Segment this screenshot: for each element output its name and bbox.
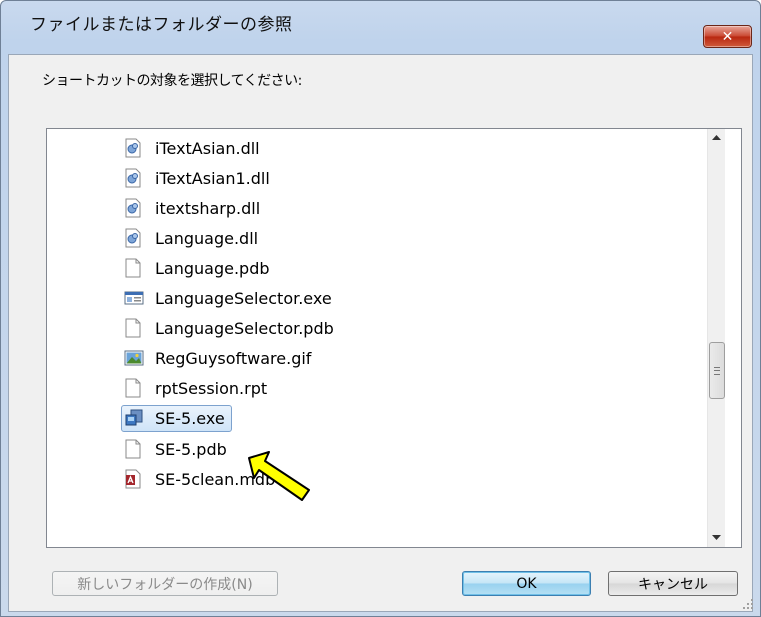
file-name: itextsharp.dll: [155, 198, 261, 218]
image-file-icon: [124, 348, 144, 368]
file-item[interactable]: RegGuysoftware.gif: [121, 343, 318, 373]
file-item[interactable]: Language.pdb: [121, 253, 277, 283]
file-item-content[interactable]: RegGuysoftware.gif: [121, 345, 318, 372]
file-item-content[interactable]: itextsharp.dll: [121, 195, 267, 222]
scroll-up-arrow[interactable]: [708, 129, 725, 146]
access-db-icon: [124, 469, 142, 489]
file-name: iTextAsian1.dll: [155, 168, 270, 188]
file-item[interactable]: LanguageSelector.exe: [121, 283, 339, 313]
resize-grip-icon[interactable]: [742, 598, 754, 610]
app-icon: [124, 408, 143, 428]
exe-window-icon: [124, 288, 144, 308]
dll-icon: [124, 198, 142, 218]
blank-file-icon: [124, 318, 142, 338]
arrow-down-icon: [712, 534, 721, 540]
new-folder-button[interactable]: 新しいフォルダーの作成(N): [52, 571, 278, 596]
blank-file-icon: [124, 258, 142, 278]
dll-icon: [124, 228, 142, 248]
ok-button[interactable]: OK: [462, 571, 591, 596]
file-name: SE-5.pdb: [155, 439, 227, 459]
file-item-content[interactable]: Language.pdb: [121, 255, 277, 282]
close-button[interactable]: ✕: [703, 25, 752, 48]
file-item-content[interactable]: SE-5.pdb: [121, 436, 234, 463]
scroll-down-arrow[interactable]: [708, 529, 725, 546]
file-item[interactable]: iTextAsian1.dll: [121, 163, 277, 193]
file-name: iTextAsian.dll: [155, 138, 260, 158]
file-item-content[interactable]: rptSession.rpt: [121, 375, 274, 402]
file-item[interactable]: Language.dll: [121, 223, 265, 253]
close-icon: ✕: [721, 28, 734, 45]
file-name: Language.dll: [155, 228, 259, 248]
title-bar[interactable]: ファイルまたはフォルダーの参照: [0, 0, 759, 40]
file-item-content[interactable]: LanguageSelector.exe: [121, 285, 339, 312]
window-title: ファイルまたはフォルダーの参照: [30, 15, 293, 35]
file-item-content[interactable]: SE-5.exe: [121, 404, 232, 432]
file-item-content[interactable]: LanguageSelector.pdb: [121, 315, 341, 342]
file-name: LanguageSelector.exe: [155, 288, 332, 308]
file-item-content[interactable]: iTextAsian1.dll: [121, 165, 277, 192]
scrollbar-thumb[interactable]: [709, 342, 725, 399]
file-item[interactable]: itextsharp.dll: [121, 193, 267, 223]
grip-icon: [714, 367, 720, 375]
blank-file-icon: [124, 439, 142, 459]
arrow-up-icon: [712, 134, 721, 140]
folder-tree[interactable]: iTextAsian.dll iTextAsian1.dll itextsharp.…: [46, 128, 742, 548]
file-name: SE-5.exe: [155, 408, 225, 428]
file-item[interactable]: rptSession.rpt: [121, 373, 274, 403]
file-name: Language.pdb: [155, 258, 270, 278]
file-item[interactable]: SE-5.exe: [121, 403, 232, 433]
file-item[interactable]: LanguageSelector.pdb: [121, 313, 341, 343]
instruction-text: ショートカットの対象を選択してください:: [42, 73, 302, 89]
dll-icon: [124, 138, 142, 158]
pointer-arrow-icon: [248, 451, 310, 501]
dll-icon: [124, 168, 142, 188]
file-name: LanguageSelector.pdb: [155, 318, 334, 338]
vertical-scrollbar[interactable]: [707, 129, 725, 547]
file-item-content[interactable]: iTextAsian.dll: [121, 135, 267, 162]
file-name: rptSession.rpt: [155, 378, 268, 398]
blank-file-icon: [124, 378, 142, 398]
file-item[interactable]: SE-5.pdb: [121, 434, 234, 464]
file-name: RegGuysoftware.gif: [155, 348, 312, 368]
file-item-content[interactable]: Language.dll: [121, 225, 265, 252]
file-item[interactable]: iTextAsian.dll: [121, 133, 267, 163]
cancel-button[interactable]: キャンセル: [608, 571, 738, 596]
